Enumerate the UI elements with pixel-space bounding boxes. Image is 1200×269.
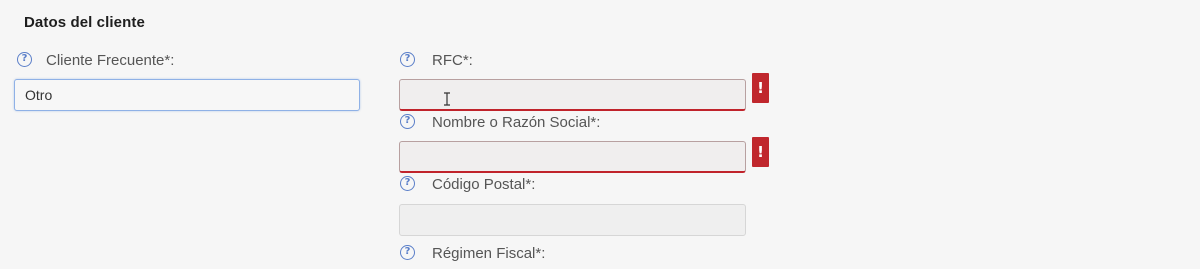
codigo-postal-label: Código Postal*:: [432, 176, 536, 193]
codigo-postal-input[interactable]: [399, 204, 746, 236]
customer-data-form: Datos del cliente ? Cliente Frecuente*: …: [0, 0, 1200, 269]
cliente-frecuente-help-icon[interactable]: ?: [17, 52, 32, 67]
regimen-fiscal-help-icon[interactable]: ?: [400, 245, 415, 260]
rfc-input[interactable]: [399, 79, 746, 111]
rfc-label: RFC*:: [432, 52, 473, 69]
cliente-frecuente-input[interactable]: [14, 79, 360, 111]
nombre-razon-social-help-icon[interactable]: ?: [400, 114, 415, 129]
regimen-fiscal-label: Régimen Fiscal*:: [432, 245, 546, 262]
nombre-razon-social-label: Nombre o Razón Social*:: [432, 114, 601, 131]
nombre-razon-social-error-badge: !: [752, 137, 769, 167]
text-cursor-icon: [444, 92, 450, 106]
section-title: Datos del cliente: [24, 14, 145, 31]
cliente-frecuente-label: Cliente Frecuente*:: [46, 52, 175, 69]
rfc-error-badge: !: [752, 73, 769, 103]
codigo-postal-help-icon[interactable]: ?: [400, 176, 415, 191]
nombre-razon-social-input[interactable]: [399, 141, 746, 173]
rfc-help-icon[interactable]: ?: [400, 52, 415, 67]
